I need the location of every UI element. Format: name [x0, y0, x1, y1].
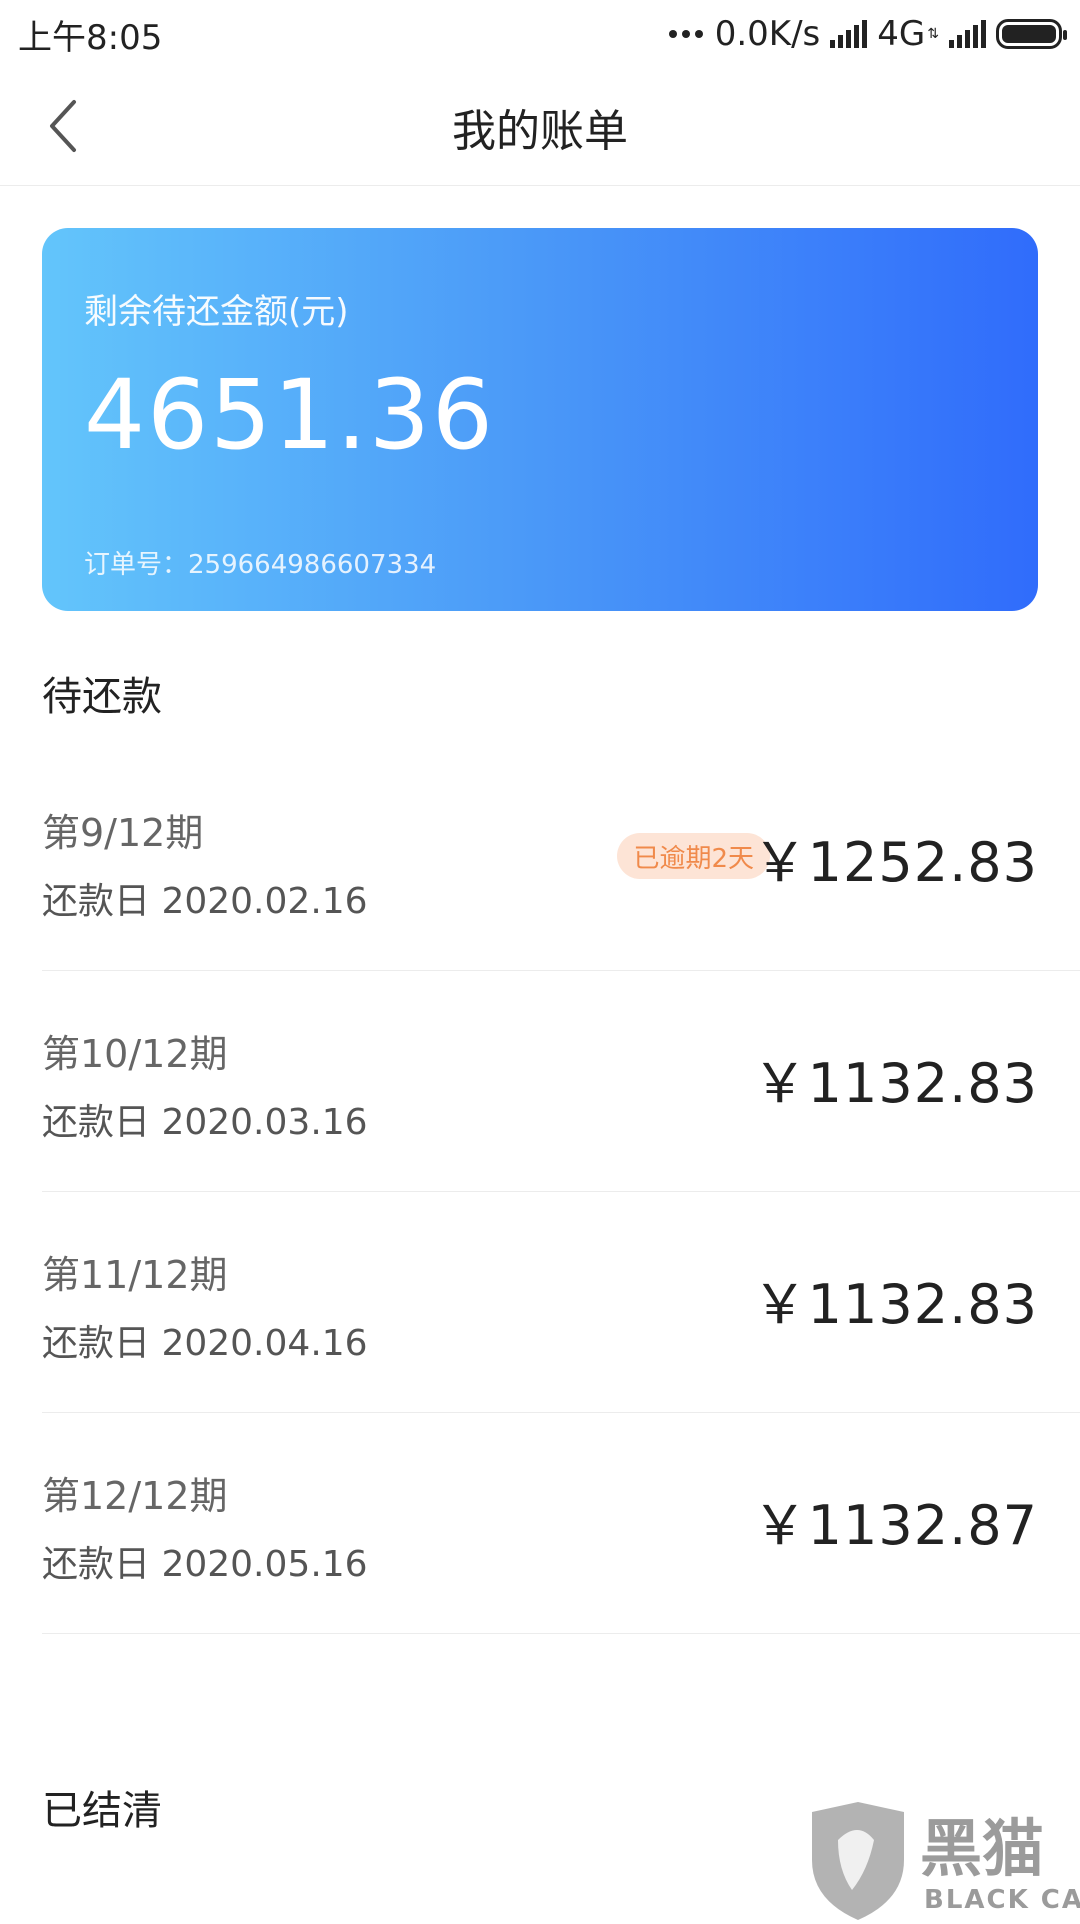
bill-row[interactable]: 第10/12期 还款日 2020.03.16 ￥1132.83 [42, 971, 1080, 1192]
watermark-brand-en: BLACK CAT [924, 1885, 1080, 1915]
chevron-left-icon [50, 100, 76, 152]
page-header: 我的账单 [0, 68, 1080, 186]
balance-label: 剩余待还金额(元) [84, 292, 349, 332]
bill-due-date: 还款日 2020.03.16 [42, 1102, 368, 1143]
watermark-brand: 黑猫 [920, 1812, 1044, 1885]
bill-amount: ￥1132.83 [752, 1273, 1038, 1336]
status-indicators: 0.0K/s 4G ⇅ [668, 14, 1067, 54]
section-title-pending: 待还款 [42, 674, 162, 720]
bill-amount: ￥1252.83 [752, 831, 1038, 894]
page-title: 我的账单 [452, 105, 628, 157]
bill-amount: ￥1132.83 [752, 1052, 1038, 1115]
bill-due-date: 还款日 2020.02.16 [42, 881, 368, 922]
status-time: 上午8:05 [18, 17, 163, 58]
bill-period: 第9/12期 [42, 811, 204, 855]
network-type: 4G [877, 14, 926, 54]
network-speed: 0.0K/s [714, 14, 821, 54]
signal-icon [830, 20, 868, 48]
overdue-badge: 已逾期2天 [617, 833, 770, 879]
bill-row[interactable]: 第11/12期 还款日 2020.04.16 ￥1132.83 [42, 1192, 1080, 1413]
bill-period: 第12/12期 [42, 1474, 228, 1518]
signal-icon-secondary [949, 20, 986, 48]
bill-row[interactable]: 第12/12期 还款日 2020.05.16 ￥1132.87 [42, 1413, 1080, 1634]
order-number: 订单号：259664986607334 [84, 550, 437, 580]
data-arrows-icon: ⇅ [927, 26, 939, 42]
bill-amount: ￥1132.87 [752, 1494, 1038, 1557]
more-dots-icon [668, 30, 703, 38]
battery-icon [996, 19, 1067, 49]
bill-period: 第11/12期 [42, 1253, 228, 1297]
section-title-settled: 已结清 [42, 1788, 162, 1834]
bill-due-date: 还款日 2020.05.16 [42, 1544, 368, 1585]
bill-period: 第10/12期 [42, 1032, 228, 1076]
black-cat-logo-icon: 黑猫 BLACK CAT [812, 1802, 1080, 1920]
bill-due-date: 还款日 2020.04.16 [42, 1323, 368, 1364]
watermark-logo: 黑猫 BLACK CAT [808, 1800, 1080, 1920]
back-button[interactable] [34, 96, 94, 156]
status-bar: 上午8:05 0.0K/s 4G ⇅ [0, 0, 1080, 68]
bill-row[interactable]: 第9/12期 还款日 2020.02.16 已逾期2天 ￥1252.83 [42, 750, 1080, 971]
balance-amount: 4651.36 [84, 359, 495, 471]
balance-card: 剩余待还金额(元) 4651.36 订单号：259664986607334 [42, 228, 1038, 611]
